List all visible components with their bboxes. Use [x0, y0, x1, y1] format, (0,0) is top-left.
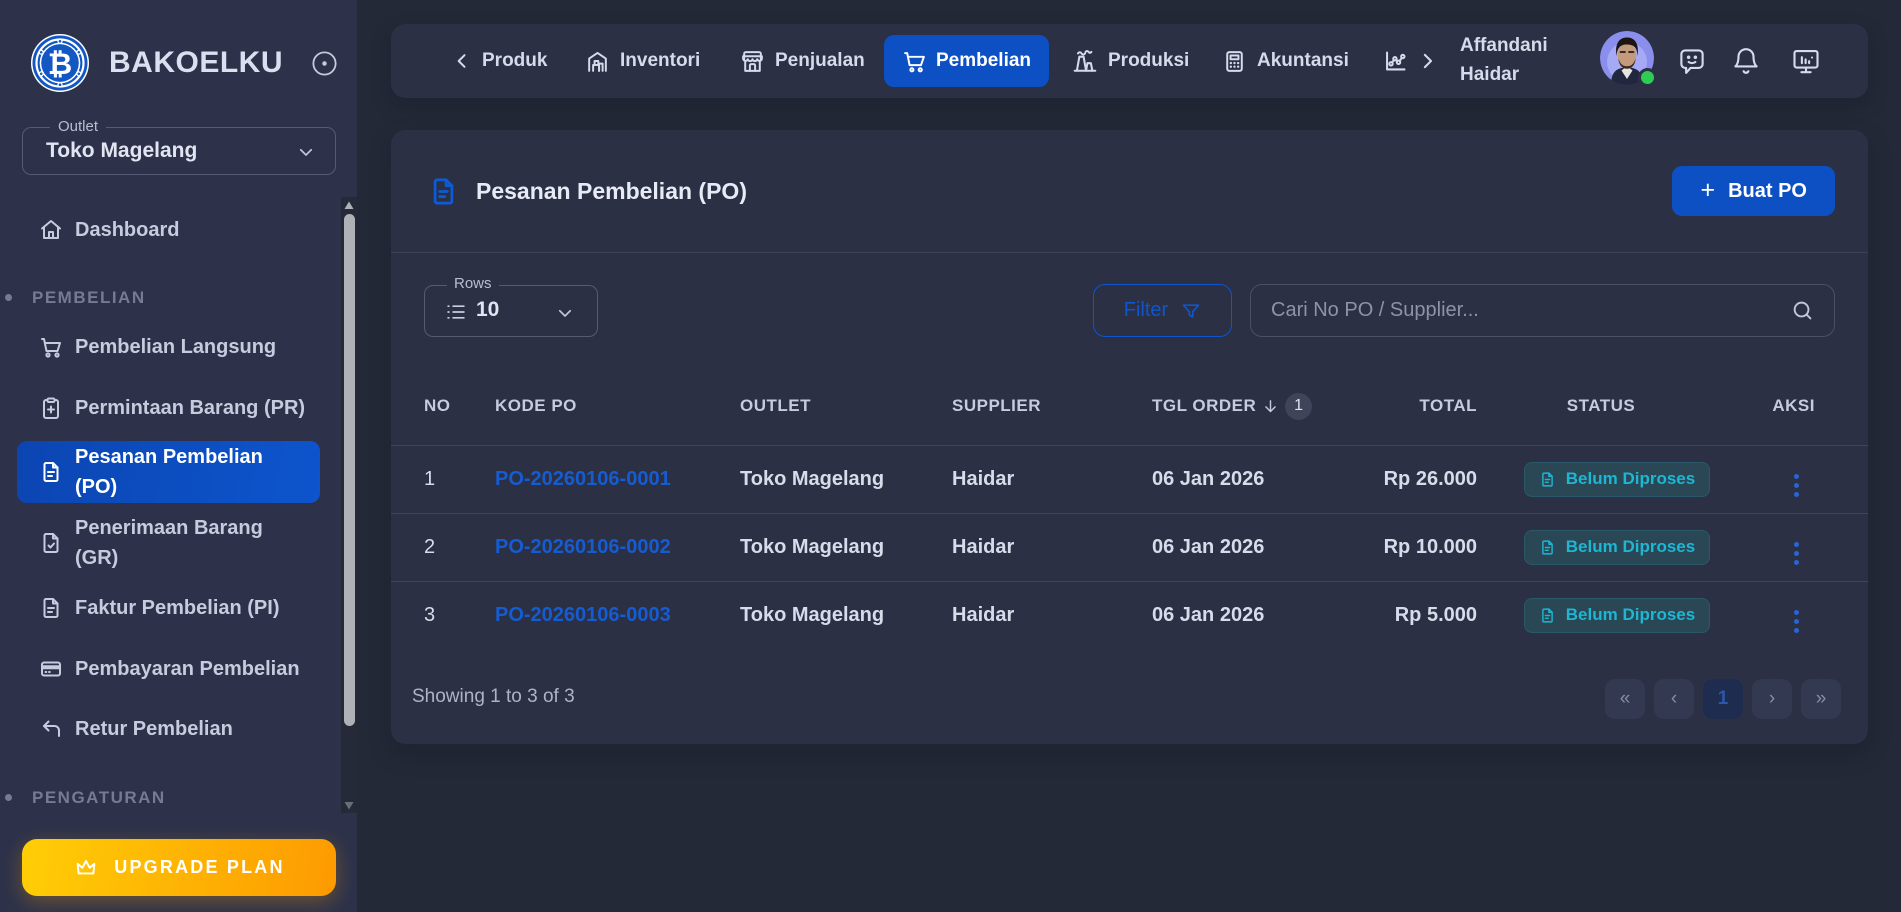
svg-text:₿: ₿	[48, 48, 72, 81]
